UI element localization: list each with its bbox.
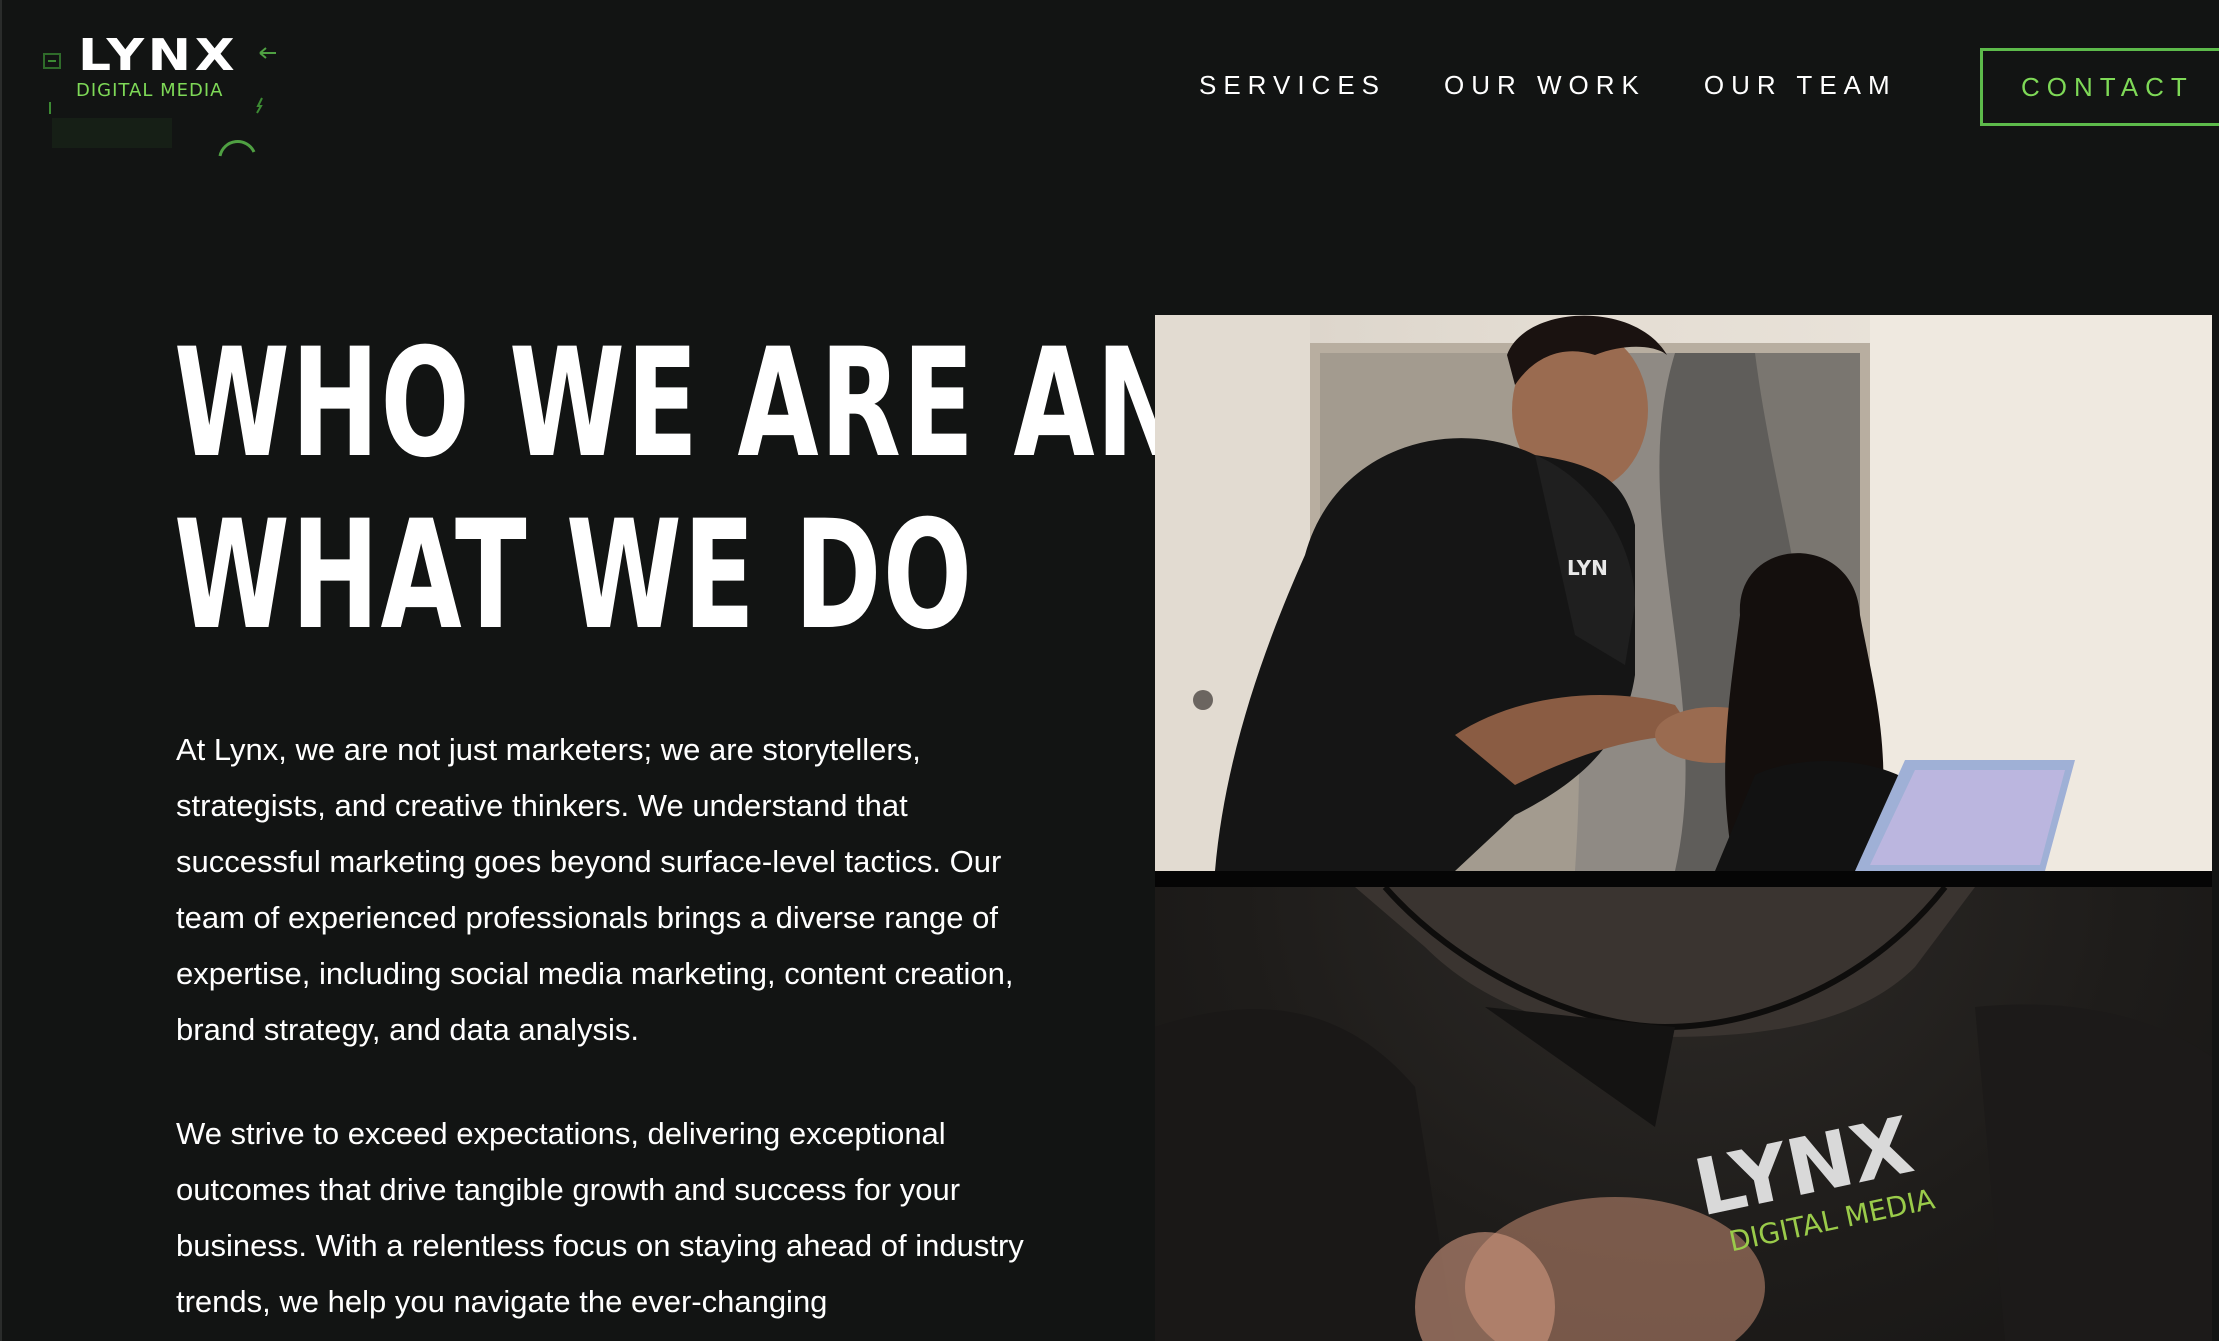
nav-item-our-team[interactable]: OUR TEAM <box>1704 70 1897 101</box>
photo-edge <box>2212 315 2219 1341</box>
logo-subtitle: DIGITAL MEDIA <box>76 80 224 101</box>
page-title-line-1: WHO WE ARE AND <box>174 317 1274 491</box>
shirt-closeup-illustration: LYNX DIGITAL MEDIA <box>1155 887 2212 1341</box>
shirt-closeup-photo: LYNX DIGITAL MEDIA <box>1155 887 2212 1341</box>
team-photo-illustration: LYN <box>1155 315 2212 871</box>
page-title-line-2: WHAT WE DO <box>174 489 974 663</box>
contact-button[interactable]: CONTACT <box>1980 48 2219 126</box>
page: LYNX DIGITAL MEDIA SERVICES OUR WORK OUR… <box>0 0 2219 1341</box>
photo-divider <box>1155 871 2212 887</box>
nav-item-our-work[interactable]: OUR WORK <box>1444 70 1646 101</box>
intro-paragraph: At Lynx, we are not just marketers; we a… <box>176 732 1014 1047</box>
logo-wordmark: LYNX <box>78 30 239 81</box>
site-logo[interactable]: LYNX DIGITAL MEDIA <box>32 18 282 168</box>
nav-item-services[interactable]: SERVICES <box>1199 70 1386 101</box>
mission-paragraph: We strive to exceed expectations, delive… <box>176 1116 1024 1319</box>
team-photo: LYN <box>1155 315 2212 871</box>
shirt-logo-small: LYN <box>1567 556 1608 580</box>
page-title: WHO WE ARE AND WHAT WE DO <box>174 318 1274 662</box>
main-nav: SERVICES OUR WORK OUR TEAM <box>1199 70 1955 101</box>
